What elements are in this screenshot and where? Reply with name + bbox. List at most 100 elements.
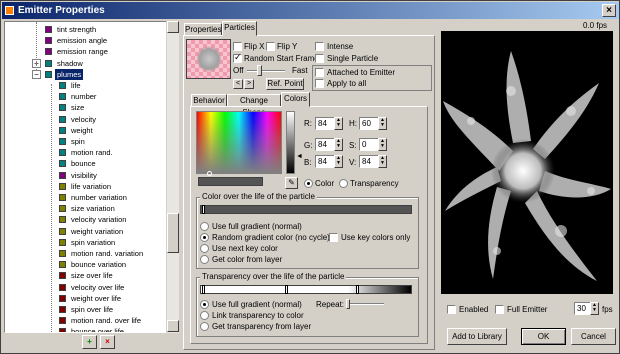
tree-item[interactable]: spin over life [5,304,167,315]
tree-item[interactable]: life variation [5,181,167,192]
color-mode-radio[interactable] [304,179,313,188]
b-spinner[interactable]: ▲ ▼ [334,155,343,168]
tree-item[interactable]: emission angle [5,35,167,46]
add-to-library-button[interactable]: Add to Library [447,328,507,345]
particle-preview[interactable] [441,31,613,294]
h-label: H: [349,119,357,128]
tree-item[interactable]: weight over life [5,293,167,304]
tree-item[interactable]: plumes − [5,68,167,80]
tree-item[interactable]: visibility [5,170,167,181]
tree-item[interactable]: size over life [5,270,167,281]
transparency-key-2[interactable] [285,285,288,294]
random-gradient-radio[interactable] [200,233,209,242]
tree-item-label: number [71,92,97,102]
s-spinner[interactable]: ▲ ▼ [378,138,387,151]
close-button[interactable]: × [602,4,616,17]
tree-item[interactable]: tint strength [5,24,167,35]
property-icon [59,182,66,190]
tree-item[interactable]: motion rand. variation [5,248,167,259]
next-frame-button[interactable]: > [244,79,254,89]
tree-item[interactable]: number [5,91,167,102]
color-from-layer-label: Get color from layer [212,255,283,264]
particle-thumbnail[interactable] [186,39,231,79]
tree-item[interactable]: velocity over life [5,282,167,293]
single-particle-label: Single Particle [327,54,379,63]
tab-particles[interactable]: Particles [222,21,257,36]
ok-button[interactable]: OK [521,328,566,345]
speed-slider-track[interactable] [247,70,285,72]
tree-item[interactable]: size [5,102,167,113]
brightness-bar[interactable] [286,111,295,174]
single-particle-checkbox[interactable] [315,54,324,63]
tree-item[interactable]: motion rand. over life [5,315,167,326]
tree-item[interactable]: spin variation [5,237,167,248]
eyedropper-icon[interactable]: ✎ [285,177,298,189]
apply-all-checkbox[interactable] [315,79,324,88]
brightness-marker-icon[interactable]: ◄ [296,152,303,162]
prev-frame-button[interactable]: < [233,79,243,89]
tree-item[interactable]: size variation [5,203,167,214]
collapse-icon[interactable]: − [32,69,41,79]
tree-item-label: emission range [57,47,108,57]
flip-x-checkbox[interactable] [233,42,242,51]
cancel-button[interactable]: Cancel [571,328,616,345]
t-link-radio[interactable] [200,311,209,320]
tree-item[interactable]: emission range [5,46,167,57]
tree-item[interactable]: life [5,80,167,91]
use-next-key-radio[interactable] [200,244,209,253]
tree-item[interactable]: weight [5,125,167,136]
tree-item[interactable]: number variation [5,192,167,203]
repeat-slider-thumb[interactable] [346,299,350,309]
full-emitter-checkbox[interactable] [495,305,504,314]
v-label: V: [349,158,357,167]
tree-item[interactable]: shadow + [5,58,167,69]
property-icon [45,59,52,67]
random-start-checkbox[interactable]: ✓ [233,52,242,63]
transparency-gradient-bar[interactable] [200,285,412,294]
scroll-up-button[interactable] [167,21,179,33]
g-spinner[interactable]: ▲ ▼ [334,138,343,151]
add-item-button[interactable]: + [82,335,97,349]
transparency-life-group-title: Transparency over the life of the partic… [200,272,347,282]
tree-item[interactable]: bounce [5,158,167,169]
color-gradient-bar[interactable] [200,205,412,214]
speed-slider-thumb[interactable] [257,65,262,76]
tree-item[interactable]: velocity [5,114,167,125]
fps-spinner[interactable]: ▲ ▼ [590,302,599,315]
attached-checkbox[interactable] [315,68,324,77]
tree-item[interactable]: bounce variation [5,259,167,270]
scroll-thumb[interactable] [167,213,179,253]
tree-item-label: spin variation [71,237,116,247]
r-spinner[interactable]: ▲ ▼ [334,117,343,130]
delete-item-button[interactable]: × [100,335,115,349]
use-full-gradient-radio[interactable] [200,222,209,231]
current-color-swatch [198,177,263,186]
ref-point-button[interactable]: Ref. Point [266,78,304,90]
tree-item[interactable]: weight variation [5,226,167,237]
property-icon [59,216,66,224]
transparency-key-1[interactable] [202,285,205,294]
color-spectrum[interactable] [196,111,282,176]
tree-item[interactable]: velocity variation [5,214,167,225]
gradient-key-handle[interactable] [202,205,205,214]
tree-item[interactable]: bounce over life [5,326,167,332]
t-from-layer-radio[interactable] [200,322,209,331]
property-tree[interactable]: tint strength emission angle emission rang… [4,21,179,333]
t-use-full-radio[interactable] [200,300,209,309]
tree-item[interactable]: spin [5,136,167,147]
v-spinner[interactable]: ▲ ▼ [378,155,387,168]
enabled-checkbox[interactable] [447,305,456,314]
transparency-mode-radio[interactable] [339,179,348,188]
flip-y-checkbox[interactable] [266,42,275,51]
color-from-layer-radio[interactable] [200,255,209,264]
intense-checkbox[interactable] [315,42,324,51]
h-spinner[interactable]: ▲ ▼ [378,117,387,130]
transparency-key-3[interactable] [356,285,359,294]
tree-scrollbar[interactable] [166,21,179,333]
tree-item-label: weight variation [71,226,124,236]
tab-colors[interactable]: Colors [281,92,310,107]
repeat-slider-track[interactable] [346,303,384,305]
tree-item[interactable]: motion rand. [5,147,167,158]
key-colors-only-checkbox[interactable] [329,233,338,242]
scroll-down-button[interactable] [167,320,179,332]
